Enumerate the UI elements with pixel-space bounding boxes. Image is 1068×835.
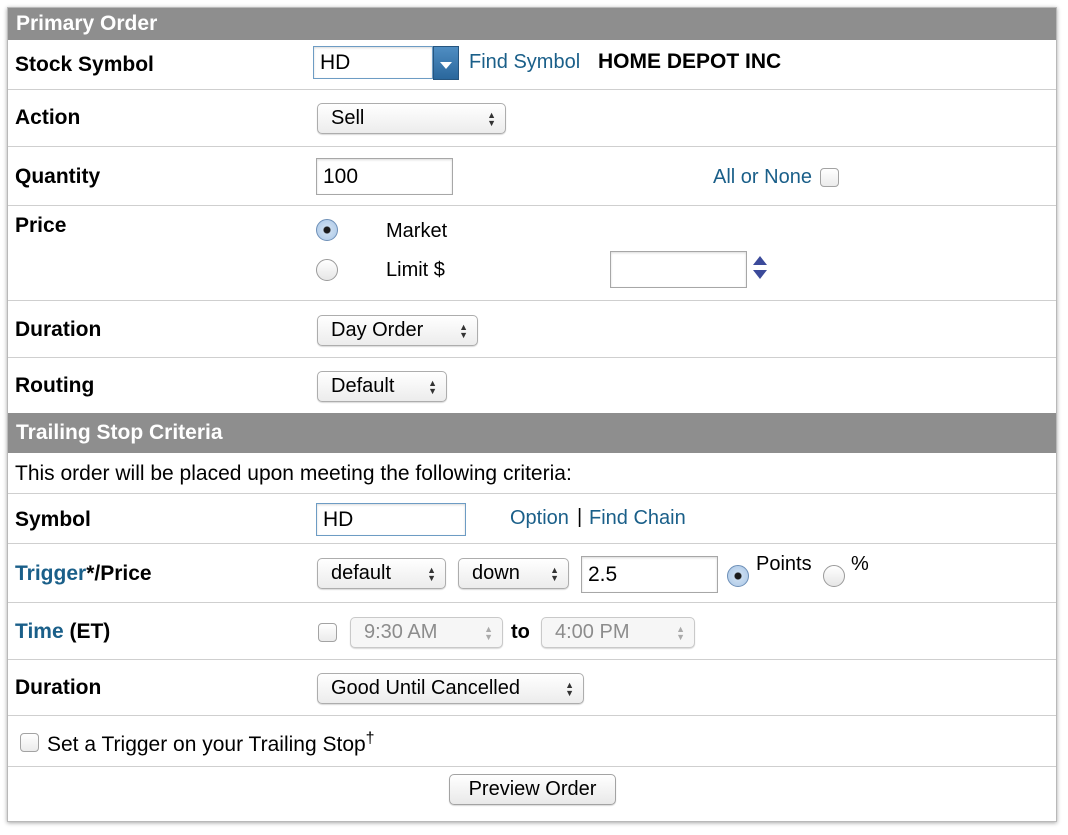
option-link[interactable]: Option — [510, 507, 569, 530]
quantity-input[interactable]: 100 — [316, 158, 453, 195]
trigger-link[interactable]: Trigger — [15, 562, 86, 585]
limit-label: Limit $ — [386, 259, 445, 281]
stock-symbol-label: Stock Symbol — [15, 53, 154, 76]
trigger-type-select[interactable]: default ▲ ▼ — [317, 558, 446, 589]
limit-price-input[interactable] — [610, 251, 747, 288]
time-label-suffix: (ET) — [63, 620, 111, 643]
criteria-intro-text: This order will be placed upon meeting t… — [15, 462, 572, 485]
trailing-symbol-input[interactable]: HD — [316, 503, 466, 536]
order-panel: Primary Order Stock Symbol HD Find Symbo… — [7, 7, 1057, 822]
preview-row: Preview Order — [8, 767, 1056, 822]
all-or-none-checkbox[interactable] — [820, 168, 839, 187]
set-trigger-checkbox[interactable] — [20, 733, 39, 752]
set-trigger-text: Set a Trigger on your Trailing Stop — [47, 733, 366, 756]
trailing-duration-label: Duration — [15, 676, 102, 699]
all-or-none-label[interactable]: All or None — [713, 166, 812, 189]
find-symbol-link[interactable]: Find Symbol — [469, 51, 580, 74]
percent-radio[interactable] — [823, 565, 845, 587]
trigger-label-suffix: */Price — [86, 562, 152, 585]
link-separator: | — [577, 506, 583, 528]
trailing-duration-row: Duration Good Until Cancelled ▲ ▼ — [8, 660, 1056, 716]
percent-label: % — [851, 553, 869, 575]
time-from-select[interactable]: 9:30 AM ▲ ▼ — [350, 617, 503, 648]
select-arrows-icon: ▲ ▼ — [427, 564, 436, 583]
select-arrows-icon: ▲ ▼ — [565, 679, 574, 698]
company-name: HOME DEPOT INC — [598, 50, 782, 73]
trailing-duration-select[interactable]: Good Until Cancelled ▲ ▼ — [317, 673, 584, 704]
trailing-duration-value: Good Until Cancelled — [331, 677, 520, 699]
stock-symbol-input[interactable]: HD — [313, 46, 433, 79]
select-arrows-icon: ▲ ▼ — [484, 623, 493, 642]
duration-select[interactable]: Day Order ▲ ▼ — [317, 315, 478, 346]
trigger-row: Trigger*/Price default ▲ ▼ down ▲ ▼ 2.5 Po… — [8, 544, 1056, 603]
action-label: Action — [15, 106, 81, 129]
set-trigger-label: Set a Trigger on your Trailing Stop† — [47, 730, 375, 757]
time-to-select[interactable]: 4:00 PM ▲ ▼ — [541, 617, 695, 648]
time-from-value: 9:30 AM — [364, 621, 438, 643]
trailing-symbol-row: Symbol HD Option | Find Chain — [8, 494, 1056, 544]
routing-row: Routing Default ▲ ▼ — [8, 358, 1056, 413]
trailing-stop-header: Trailing Stop Criteria — [8, 413, 1056, 453]
price-row: Price Market Limit $ — [8, 206, 1056, 301]
time-label: Time (ET) — [15, 620, 110, 644]
symbol-dropdown-button[interactable] — [433, 46, 459, 80]
market-label: Market — [386, 220, 448, 242]
trigger-type-value: default — [331, 562, 392, 584]
duration-label: Duration — [15, 318, 102, 341]
time-link[interactable]: Time — [15, 620, 64, 643]
trailing-symbol-label: Symbol — [15, 508, 91, 531]
points-label: Points — [756, 553, 812, 575]
quantity-row: Quantity 100 All or None — [8, 147, 1056, 206]
points-radio[interactable] — [727, 565, 749, 587]
action-row: Action Sell ▲ ▼ — [8, 90, 1056, 147]
time-to-label: to — [511, 621, 530, 643]
trigger-amount-input[interactable]: 2.5 — [581, 556, 718, 593]
time-to-value: 4:00 PM — [555, 621, 630, 643]
duration-row: Duration Day Order ▲ ▼ — [8, 301, 1056, 358]
trigger-direction-select[interactable]: down ▲ ▼ — [458, 558, 569, 589]
select-arrows-icon: ▲ ▼ — [428, 377, 437, 396]
market-radio[interactable] — [316, 219, 338, 241]
price-stepper[interactable] — [752, 255, 768, 281]
duration-select-value: Day Order — [331, 319, 424, 341]
select-arrows-icon: ▲ ▼ — [676, 623, 685, 642]
set-trigger-row: Set a Trigger on your Trailing Stop† — [8, 716, 1056, 767]
action-select[interactable]: Sell ▲ ▼ — [317, 103, 506, 134]
trigger-direction-value: down — [472, 562, 520, 584]
stock-symbol-row: Stock Symbol HD Find Symbol HOME DEPOT I… — [8, 40, 1056, 90]
find-chain-link[interactable]: Find Chain — [589, 507, 686, 530]
trailing-stop-title: Trailing Stop Criteria — [16, 421, 223, 444]
select-arrows-icon: ▲ ▼ — [550, 564, 559, 583]
routing-select-value: Default — [331, 375, 395, 397]
primary-order-title: Primary Order — [16, 12, 158, 35]
criteria-intro-row: This order will be placed upon meeting t… — [8, 453, 1056, 494]
action-select-value: Sell — [331, 107, 365, 129]
stepper-arrows-icon — [753, 256, 767, 279]
quantity-label: Quantity — [15, 165, 101, 188]
preview-order-button[interactable]: Preview Order — [449, 774, 616, 805]
limit-radio[interactable] — [316, 259, 338, 281]
routing-label: Routing — [15, 374, 95, 397]
select-arrows-icon: ▲ ▼ — [487, 109, 496, 128]
price-label: Price — [15, 214, 67, 237]
dagger-mark: † — [365, 730, 375, 747]
time-row: Time (ET) 9:30 AM ▲ ▼ to 4:00 PM ▲ ▼ — [8, 603, 1056, 660]
select-arrows-icon: ▲ ▼ — [459, 321, 468, 340]
time-enable-checkbox[interactable] — [318, 623, 337, 642]
trigger-label: Trigger*/Price — [15, 562, 152, 586]
routing-select[interactable]: Default ▲ ▼ — [317, 371, 447, 402]
chevron-down-icon — [440, 62, 452, 69]
primary-order-header: Primary Order — [8, 8, 1056, 40]
